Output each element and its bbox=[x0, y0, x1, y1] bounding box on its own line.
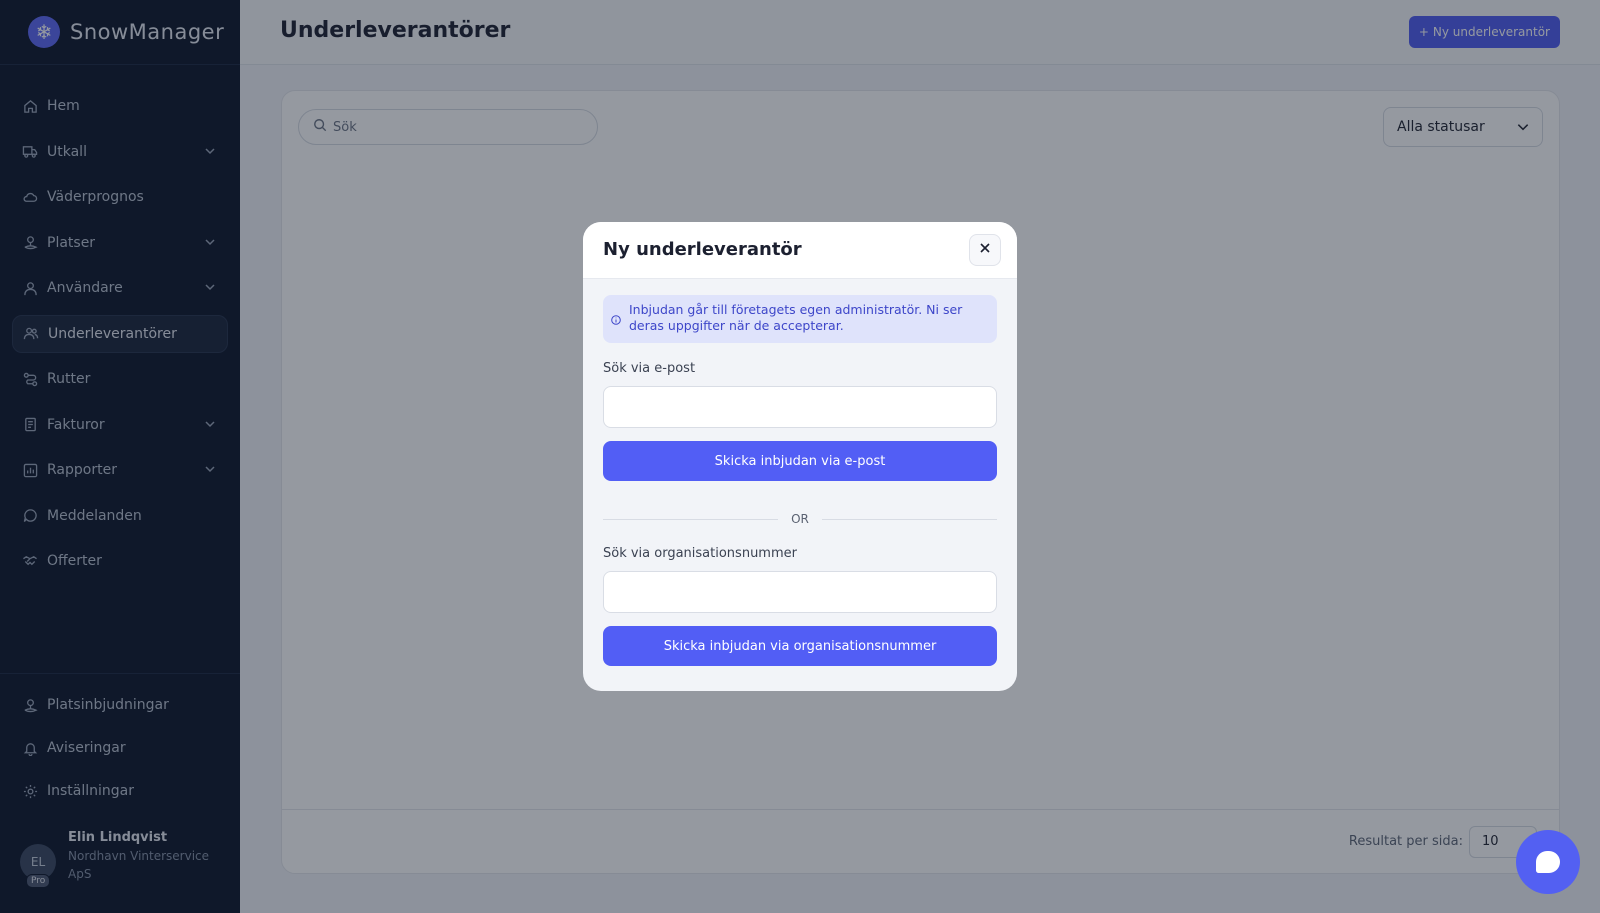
send-org-invite-label: Skicka inbjudan via organisationsnummer bbox=[663, 638, 937, 654]
new-subcontractor-modal: Ny underleverantör Inbjudan går till för… bbox=[583, 222, 1017, 691]
info-banner: Inbjudan går till företagets egen admini… bbox=[603, 295, 997, 343]
org-number-label: Sök via organisationsnummer bbox=[603, 546, 797, 561]
org-number-field[interactable] bbox=[603, 571, 997, 613]
info-text: Inbjudan går till företagets egen admini… bbox=[629, 302, 963, 333]
divider-line bbox=[822, 519, 997, 520]
chat-bubble-icon bbox=[1536, 851, 1560, 873]
send-org-invite-button[interactable]: Skicka inbjudan via organisationsnummer bbox=[603, 626, 997, 666]
send-email-invite-label: Skicka inbjudan via e-post bbox=[714, 453, 886, 469]
email-field[interactable] bbox=[603, 386, 997, 428]
send-email-invite-button[interactable]: Skicka inbjudan via e-post bbox=[603, 441, 997, 481]
close-button[interactable] bbox=[969, 234, 1001, 266]
or-divider: OR bbox=[603, 511, 997, 527]
info-icon bbox=[611, 313, 621, 325]
email-label: Sök via e-post bbox=[603, 361, 696, 376]
close-icon bbox=[979, 242, 991, 258]
chat-launcher-button[interactable] bbox=[1516, 830, 1580, 894]
modal-header: Ny underleverantör bbox=[583, 222, 1017, 279]
modal-title: Ny underleverantör bbox=[603, 239, 802, 260]
